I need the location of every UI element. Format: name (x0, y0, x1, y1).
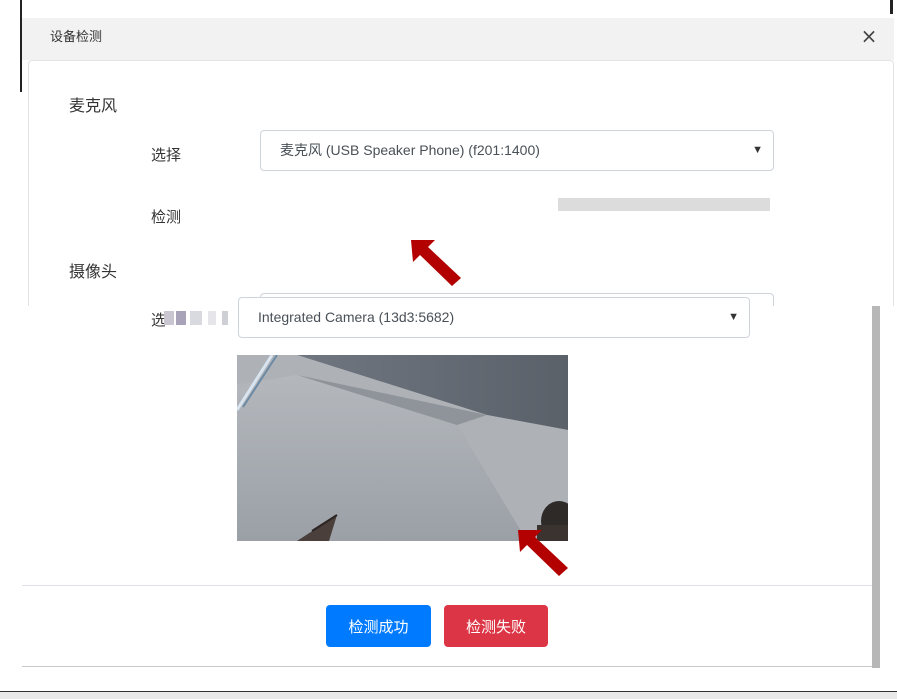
test-fail-button[interactable]: 检测失败 (444, 605, 548, 647)
page-bottom-bar (0, 692, 897, 699)
close-button[interactable]: × (858, 25, 880, 47)
dialog-header (22, 18, 894, 60)
microphone-select-label: 选择 (151, 146, 182, 164)
camera-select[interactable]: Integrated Camera (13d3:5682) ▼ (238, 297, 750, 338)
dialog-title: 设备检测 (50, 30, 103, 45)
camera-selected-value: Integrated Camera (13d3:5682) (258, 309, 455, 325)
backdrop-corner (888, 0, 897, 20)
camera-preview-video (237, 355, 568, 541)
chevron-down-icon: ▼ (728, 311, 739, 323)
microphone-test-label: 检测 (151, 208, 182, 226)
camera-section-label: 摄像头 (69, 262, 118, 281)
microphone-section-label: 麦克风 (69, 96, 118, 115)
blurred-area (162, 309, 236, 329)
dialog-body (28, 60, 894, 332)
microphone-level-meter (558, 198, 770, 211)
test-success-button[interactable]: 检测成功 (326, 605, 431, 647)
panel-bottom-border (22, 666, 872, 667)
chevron-down-icon: ▼ (752, 144, 763, 156)
camera-frame-image (237, 355, 568, 541)
annotation-arrow-icon (518, 530, 568, 576)
microphone-select[interactable]: 麦克风 (USB Speaker Phone) (f201:1400) ▼ (260, 130, 774, 171)
annotation-arrow-icon (411, 240, 461, 286)
page-margin (880, 306, 897, 668)
footer-divider (22, 585, 872, 586)
microphone-selected-value: 麦克风 (USB Speaker Phone) (f201:1400) (280, 142, 540, 158)
